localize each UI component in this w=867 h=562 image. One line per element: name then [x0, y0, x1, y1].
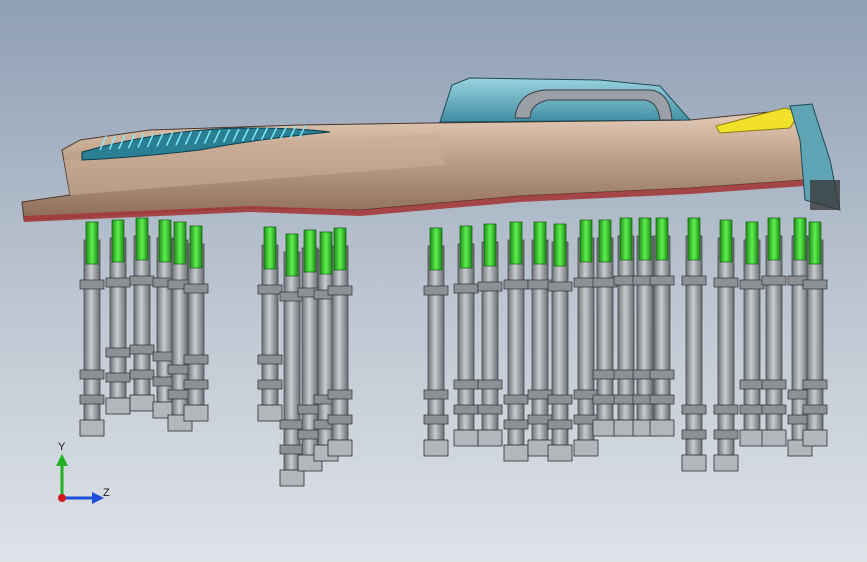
cad-viewport[interactable]: Y Z	[0, 0, 867, 562]
green-clamp	[483, 223, 497, 267]
green-clamp	[85, 221, 99, 265]
green-clamp	[189, 225, 203, 269]
support-post	[681, 235, 707, 472]
x-axis-dot	[58, 494, 66, 502]
z-axis-label: Z	[103, 487, 110, 499]
support-post	[423, 245, 449, 457]
trim-panel[interactable]	[21, 103, 841, 222]
support-post	[713, 237, 739, 472]
support-post	[503, 239, 529, 462]
support-post	[592, 237, 618, 437]
green-clamps-group	[85, 217, 822, 277]
green-clamp	[619, 217, 633, 261]
green-clamp	[687, 217, 701, 261]
fixture-model[interactable]	[0, 0, 867, 562]
green-clamp	[319, 231, 333, 275]
support-post	[613, 235, 639, 437]
green-clamp	[793, 217, 807, 261]
green-clamp	[333, 227, 347, 271]
support-post	[649, 235, 675, 437]
support-post	[79, 239, 105, 437]
green-clamp	[111, 219, 125, 263]
teal-bracket[interactable]	[439, 77, 692, 123]
green-clamp	[767, 217, 781, 261]
support-post	[129, 235, 155, 412]
support-post	[547, 241, 573, 462]
support-post	[453, 243, 479, 447]
green-clamp	[509, 221, 523, 265]
green-clamp	[173, 221, 187, 265]
green-clamp	[655, 217, 669, 261]
support-post	[477, 241, 503, 447]
green-clamp	[719, 219, 733, 263]
support-post	[761, 235, 787, 447]
green-clamp	[533, 221, 547, 265]
axis-triad	[56, 454, 104, 504]
green-clamp	[263, 226, 277, 270]
y-axis-label: Y	[58, 441, 66, 453]
support-post	[105, 237, 131, 415]
green-clamp	[459, 225, 473, 269]
green-clamp	[135, 217, 149, 261]
support-post	[257, 244, 283, 422]
support-post	[632, 235, 658, 437]
support-posts-group	[79, 235, 828, 487]
green-clamp	[745, 221, 759, 265]
green-clamp	[158, 219, 172, 263]
support-post	[739, 239, 765, 447]
green-clamp	[638, 217, 652, 261]
green-clamp	[598, 219, 612, 263]
green-clamp	[429, 227, 443, 271]
green-clamp	[808, 221, 822, 265]
support-post	[279, 251, 305, 487]
green-clamp	[579, 219, 593, 263]
green-clamp	[285, 233, 299, 277]
green-clamp	[553, 223, 567, 267]
green-clamp	[303, 229, 317, 273]
